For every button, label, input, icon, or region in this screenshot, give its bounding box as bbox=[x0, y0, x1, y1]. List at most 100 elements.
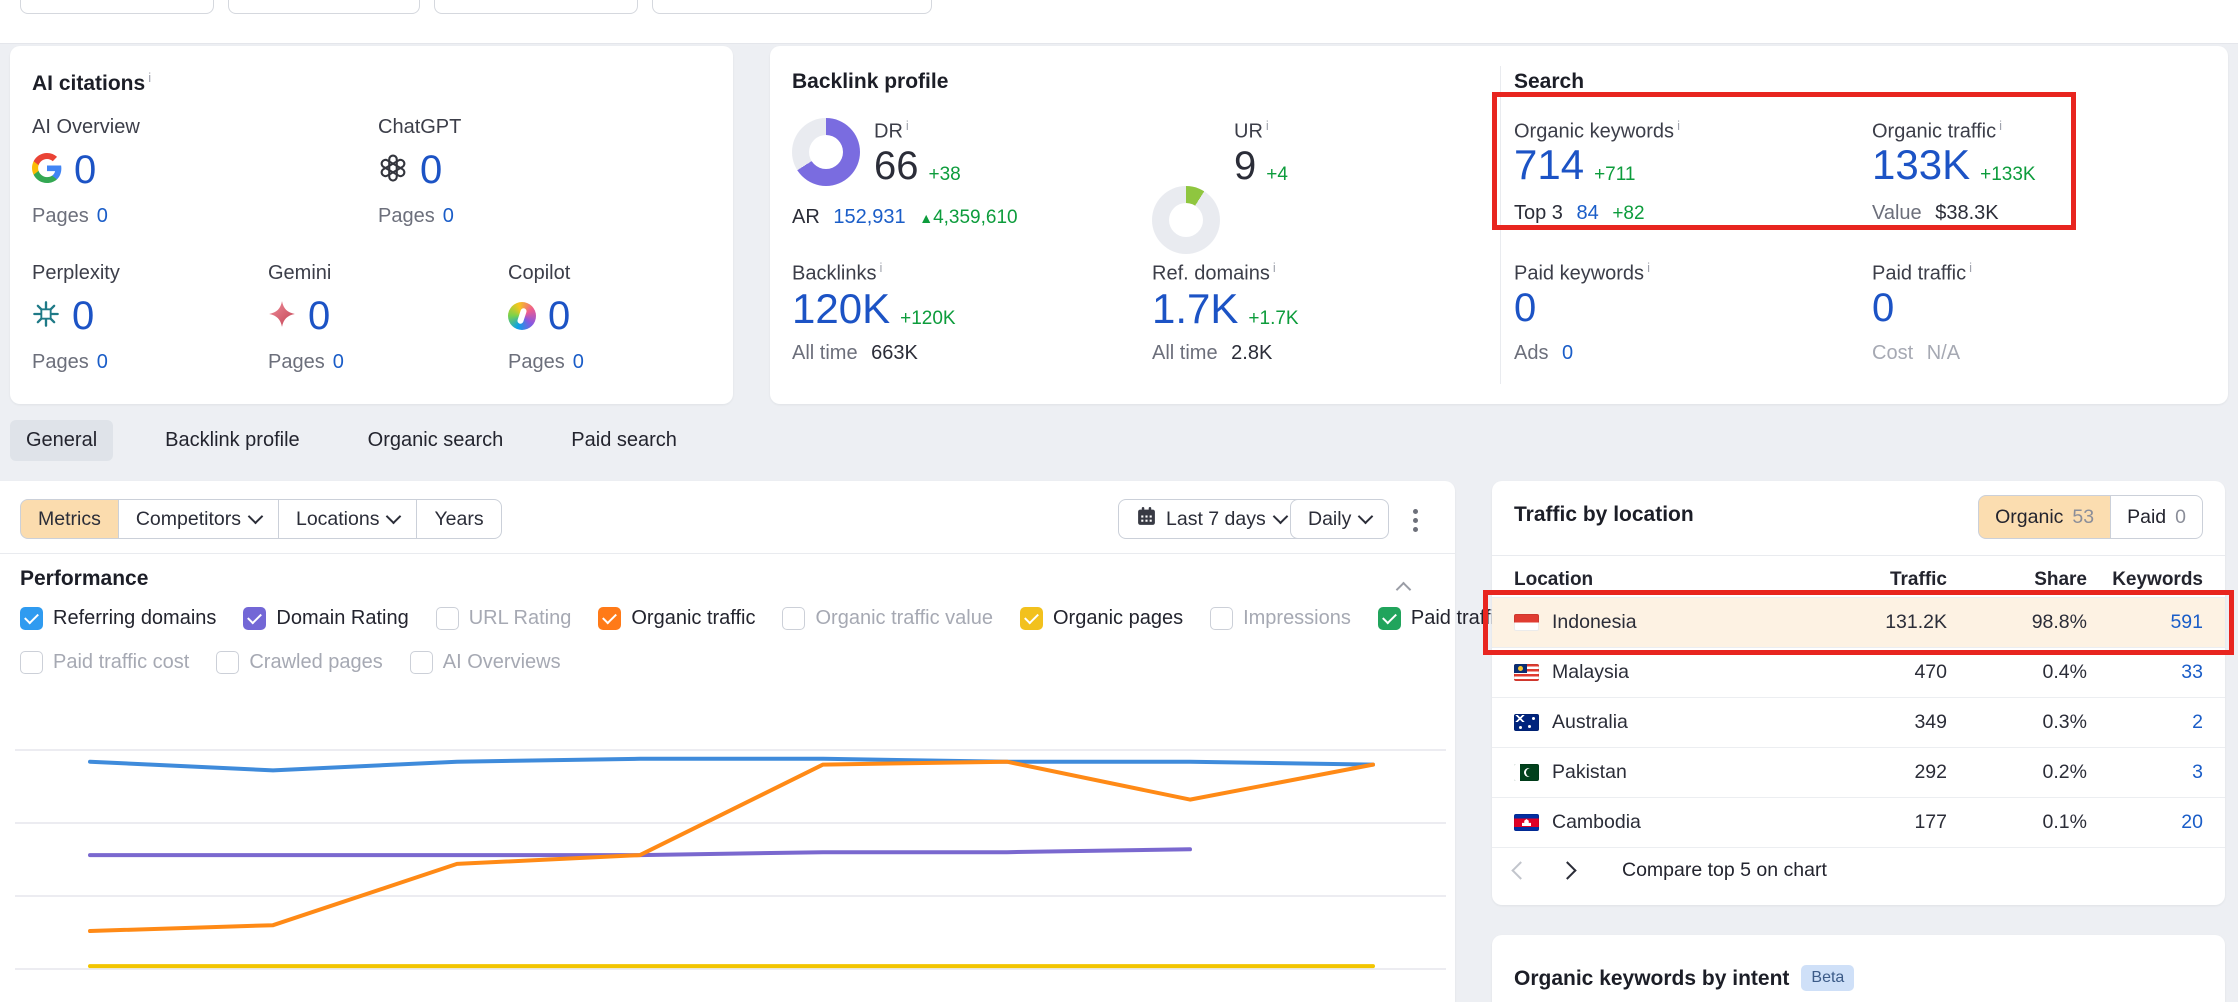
keywords-count-link[interactable]: 3 bbox=[2087, 761, 2203, 784]
checkbox-icon[interactable] bbox=[782, 607, 805, 630]
info-icon[interactable]: i bbox=[1273, 260, 1276, 275]
pages-count-link[interactable]: 0 bbox=[333, 351, 344, 373]
tab-general[interactable]: General bbox=[10, 420, 113, 461]
locations-button[interactable]: Locations bbox=[278, 499, 417, 539]
paid-traffic-value: 0 bbox=[1872, 288, 1894, 328]
organic-traffic-count-link[interactable]: 133K bbox=[1872, 144, 1970, 186]
organic-toggle-button[interactable]: Organic 53 bbox=[1978, 495, 2111, 539]
collapse-section-icon[interactable] bbox=[1396, 582, 1412, 598]
table-row-australia[interactable]: Australia 349 0.3% 2 bbox=[1492, 697, 2225, 747]
openai-icon bbox=[378, 153, 408, 188]
info-icon[interactable]: i bbox=[1266, 118, 1269, 133]
chart-mode-buttons: Metrics Competitors Locations Years bbox=[20, 499, 502, 539]
info-icon[interactable]: i bbox=[1677, 118, 1680, 133]
pages-count-link[interactable]: 0 bbox=[97, 205, 108, 227]
years-button[interactable]: Years bbox=[416, 499, 501, 539]
backlinks-count-link[interactable]: 120K bbox=[792, 288, 890, 330]
cropped-input-box[interactable] bbox=[20, 0, 214, 14]
cropped-input-box[interactable] bbox=[434, 0, 638, 14]
ads-count-link[interactable]: 0 bbox=[1562, 342, 1573, 364]
gemini-icon bbox=[268, 300, 296, 333]
paid-keywords-count-link[interactable]: 0 bbox=[1514, 286, 1536, 330]
ref-domains-count-link[interactable]: 1.7K bbox=[1152, 288, 1238, 330]
metric-checkbox-domain-rating[interactable]: Domain Rating bbox=[243, 607, 408, 630]
checkbox-icon[interactable] bbox=[20, 651, 43, 674]
organic-keywords-count-link[interactable]: 714 bbox=[1514, 144, 1584, 186]
keywords-count-link[interactable]: 591 bbox=[2087, 611, 2203, 634]
tab-backlink-profile[interactable]: Backlink profile bbox=[149, 420, 316, 461]
top3-row: Top 3 84 +82 bbox=[1514, 202, 1645, 225]
keywords-count-link[interactable]: 20 bbox=[2087, 811, 2203, 834]
info-icon[interactable]: i bbox=[906, 118, 909, 133]
keywords-by-intent-title: Organic keywords by intentBeta bbox=[1514, 965, 1854, 991]
checkbox-icon[interactable] bbox=[20, 607, 43, 630]
keywords-count-link[interactable]: 2 bbox=[2087, 711, 2203, 734]
top3-count-link[interactable]: 84 bbox=[1577, 202, 1599, 224]
table-row-pakistan[interactable]: Pakistan 292 0.2% 3 bbox=[1492, 747, 2225, 797]
checkbox-icon[interactable] bbox=[1378, 607, 1401, 630]
metric-checkbox-paid-traffic[interactable]: Paid traffic bbox=[1378, 607, 1505, 630]
info-icon[interactable]: i bbox=[879, 260, 882, 275]
more-options-button[interactable] bbox=[1405, 501, 1426, 540]
organic-traffic-value: 133K +133K bbox=[1872, 144, 2036, 186]
checkbox-icon[interactable] bbox=[216, 651, 239, 674]
paid-toggle-button[interactable]: Paid 0 bbox=[2110, 495, 2203, 539]
table-row-malaysia[interactable]: Malaysia 470 0.4% 33 bbox=[1492, 647, 2225, 697]
cambodia-flag-icon bbox=[1514, 814, 1539, 831]
checkbox-icon[interactable] bbox=[243, 607, 266, 630]
chevron-down-icon bbox=[1272, 509, 1288, 525]
cropped-input-box[interactable] bbox=[652, 0, 932, 14]
chatgpt-count: 0 bbox=[420, 150, 442, 190]
checkbox-icon[interactable] bbox=[436, 607, 459, 630]
compare-top5-link[interactable]: Compare top 5 on chart bbox=[1622, 859, 1827, 882]
perplexity-icon bbox=[32, 300, 60, 333]
info-icon[interactable]: i bbox=[148, 70, 151, 85]
granularity-button[interactable]: Daily bbox=[1290, 499, 1389, 539]
metric-checkbox-ai-overviews[interactable]: AI Overviews bbox=[410, 651, 561, 674]
ar-value-link[interactable]: 152,931 bbox=[833, 206, 905, 228]
backlinks-value: 120K +120K bbox=[792, 288, 956, 330]
metric-checkbox-organic-traffic[interactable]: Organic traffic bbox=[598, 607, 755, 630]
tab-paid-search[interactable]: Paid search bbox=[555, 420, 693, 461]
table-row-cambodia[interactable]: Cambodia 177 0.1% 20 bbox=[1492, 797, 2225, 848]
ai-citations-title: AI citationsi bbox=[32, 70, 151, 96]
checkbox-icon[interactable] bbox=[598, 607, 621, 630]
tab-organic-search[interactable]: Organic search bbox=[352, 420, 520, 461]
section-divider bbox=[1500, 66, 1501, 384]
dr-value: 66 +38 bbox=[874, 146, 961, 186]
organic-paid-toggle: Organic 53 Paid 0 bbox=[1978, 495, 2203, 539]
metric-checkbox-url-rating[interactable]: URL Rating bbox=[436, 607, 572, 630]
info-icon[interactable]: i bbox=[1999, 118, 2002, 133]
pakistan-flag-icon bbox=[1514, 764, 1539, 781]
pages-count-link[interactable]: 0 bbox=[573, 351, 584, 373]
keywords-by-intent-card: Organic keywords by intentBeta bbox=[1492, 935, 2225, 1002]
backlink-search-card: Backlink profile DRi 66 +38 AR 152,931 ▲… bbox=[770, 46, 2228, 404]
info-icon[interactable]: i bbox=[1969, 260, 1972, 275]
metric-checkbox-organic-pages[interactable]: Organic pages bbox=[1020, 607, 1183, 630]
traffic-value-row: Value $38.3K bbox=[1872, 202, 1999, 225]
checkbox-icon[interactable] bbox=[1210, 607, 1233, 630]
pages-count-link[interactable]: 0 bbox=[97, 351, 108, 373]
table-row-indonesia[interactable]: Indonesia 131.2K 98.8% 591 bbox=[1492, 597, 2225, 647]
metrics-button[interactable]: Metrics bbox=[20, 499, 119, 539]
metric-checkbox-paid-traffic-cost[interactable]: Paid traffic cost bbox=[20, 651, 189, 674]
metric-checkbox-referring-domains[interactable]: Referring domains bbox=[20, 607, 216, 630]
traffic-by-location-title: Traffic by location bbox=[1514, 503, 1694, 527]
date-range-button[interactable]: Last 7 days bbox=[1118, 499, 1304, 539]
paid-traffic-label: Paid traffici bbox=[1872, 260, 1972, 286]
pages-count-link[interactable]: 0 bbox=[443, 205, 454, 227]
ai-citation-item: AI Overview 0 Pages0 bbox=[32, 116, 262, 228]
info-icon[interactable]: i bbox=[1647, 260, 1650, 275]
malaysia-flag-icon bbox=[1514, 664, 1539, 681]
checkbox-icon[interactable] bbox=[410, 651, 433, 674]
calendar-icon bbox=[1136, 506, 1157, 533]
metric-checkbox-crawled-pages[interactable]: Crawled pages bbox=[216, 651, 382, 674]
competitors-button[interactable]: Competitors bbox=[118, 499, 279, 539]
metric-checkbox-organic-traffic-value[interactable]: Organic traffic value bbox=[782, 607, 993, 630]
checkbox-icon[interactable] bbox=[1020, 607, 1043, 630]
keywords-count-link[interactable]: 33 bbox=[2087, 661, 2203, 684]
next-page-icon[interactable] bbox=[1558, 861, 1576, 879]
prev-page-icon[interactable] bbox=[1511, 861, 1529, 879]
metric-checkbox-impressions[interactable]: Impressions bbox=[1210, 607, 1351, 630]
cropped-input-box[interactable] bbox=[228, 0, 420, 14]
